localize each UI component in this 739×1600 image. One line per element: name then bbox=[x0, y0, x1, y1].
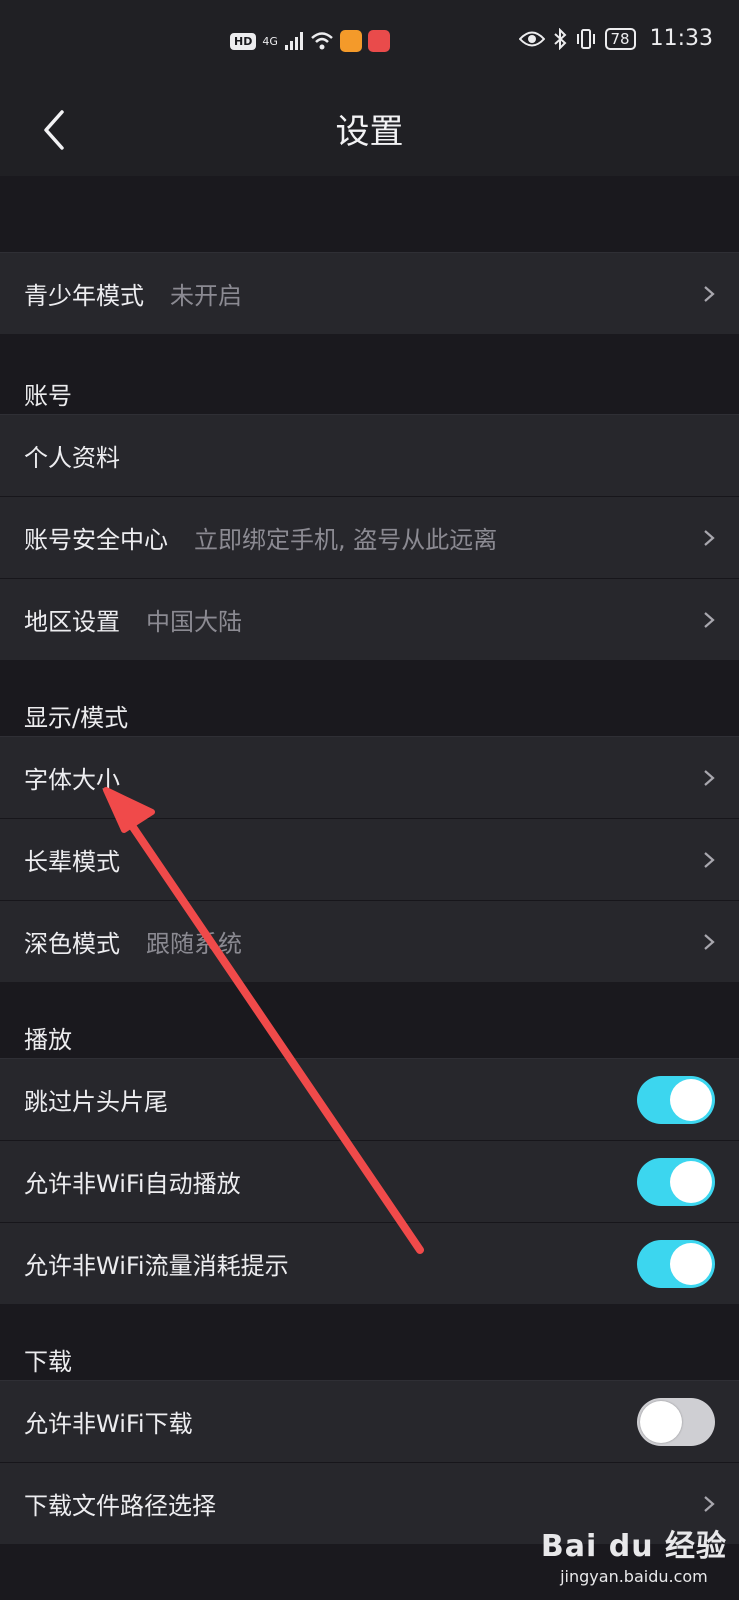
watermark-url: jingyan.baidu.com bbox=[560, 1567, 708, 1586]
toggle-knob bbox=[640, 1401, 682, 1443]
teen-mode-label: 青少年模式 bbox=[24, 282, 144, 310]
data-hint-toggle[interactable] bbox=[637, 1240, 715, 1288]
non-wifi-download-row: 允许非WiFi下载 bbox=[0, 1380, 739, 1462]
watermark-brand: Bai du 经验 bbox=[540, 1529, 727, 1564]
signal-icon bbox=[284, 32, 303, 50]
video-app-icon bbox=[339, 30, 362, 52]
chevron-right-icon bbox=[704, 852, 715, 868]
skip-intro-toggle[interactable] bbox=[637, 1076, 715, 1124]
section-header-download: 下载 bbox=[24, 1348, 72, 1376]
battery-indicator: 78 bbox=[604, 27, 636, 50]
download-group: 允许非WiFi下载 下载文件路径选择 bbox=[0, 1380, 739, 1544]
section-header-account: 账号 bbox=[24, 382, 72, 410]
chevron-right-icon bbox=[704, 1496, 715, 1512]
font-size-label: 字体大小 bbox=[24, 766, 120, 794]
teen-mode-group: 青少年模式 未开启 bbox=[0, 252, 739, 334]
chevron-right-icon bbox=[704, 530, 715, 546]
elder-mode-label: 长辈模式 bbox=[24, 848, 120, 876]
autoplay-label: 允许非WiFi自动播放 bbox=[24, 1170, 241, 1198]
elder-mode-row[interactable]: 长辈模式 bbox=[0, 818, 739, 900]
toggle-knob bbox=[670, 1243, 712, 1285]
account-security-row[interactable]: 账号安全中心 立即绑定手机, 盗号从此远离 bbox=[0, 496, 739, 578]
data-hint-label: 允许非WiFi流量消耗提示 bbox=[24, 1252, 289, 1280]
download-path-label: 下载文件路径选择 bbox=[24, 1492, 216, 1520]
playback-group: 跳过片头片尾 允许非WiFi自动播放 允许非WiFi流量消耗提示 bbox=[0, 1058, 739, 1304]
dark-mode-value: 跟随系统 bbox=[146, 930, 242, 958]
profile-label: 个人资料 bbox=[24, 444, 120, 472]
status-right-icons: 78 11:33 bbox=[518, 26, 713, 51]
chevron-right-icon bbox=[704, 934, 715, 950]
teen-mode-row[interactable]: 青少年模式 未开启 bbox=[0, 252, 739, 334]
dark-mode-label: 深色模式 bbox=[24, 930, 120, 958]
region-value: 中国大陆 bbox=[146, 608, 242, 636]
vibrate-icon bbox=[576, 28, 595, 49]
account-group: 个人资料 账号安全中心 立即绑定手机, 盗号从此远离 地区设置 中国大陆 bbox=[0, 414, 739, 660]
profile-row[interactable]: 个人资料 bbox=[0, 414, 739, 496]
toggle-knob bbox=[670, 1161, 712, 1203]
data-hint-row: 允许非WiFi流量消耗提示 bbox=[0, 1222, 739, 1304]
display-group: 字体大小 长辈模式 深色模式 跟随系统 bbox=[0, 736, 739, 982]
toggle-knob bbox=[670, 1079, 712, 1121]
status-bar: HD 4G 78 11:33 bbox=[0, 0, 739, 84]
clock: 11:33 bbox=[649, 26, 713, 51]
account-security-label: 账号安全中心 bbox=[24, 526, 168, 554]
autoplay-toggle[interactable] bbox=[637, 1158, 715, 1206]
status-left-icons: HD 4G bbox=[230, 30, 390, 52]
huawei-app-icon bbox=[367, 30, 390, 52]
font-size-row[interactable]: 字体大小 bbox=[0, 736, 739, 818]
non-wifi-download-toggle[interactable] bbox=[637, 1398, 715, 1446]
non-wifi-download-label: 允许非WiFi下载 bbox=[24, 1410, 193, 1438]
region-row[interactable]: 地区设置 中国大陆 bbox=[0, 578, 739, 660]
teen-mode-value: 未开启 bbox=[170, 282, 242, 310]
chevron-right-icon bbox=[704, 612, 715, 628]
chevron-right-icon bbox=[704, 286, 715, 302]
wifi-icon bbox=[311, 32, 333, 50]
hd-badge: HD bbox=[230, 32, 257, 50]
bluetooth-icon bbox=[553, 27, 566, 50]
dark-mode-row[interactable]: 深色模式 跟随系统 bbox=[0, 900, 739, 982]
section-header-playback: 播放 bbox=[24, 1026, 72, 1054]
network-type: 4G bbox=[262, 34, 278, 48]
account-security-value: 立即绑定手机, 盗号从此远离 bbox=[194, 526, 498, 554]
section-header-display: 显示/模式 bbox=[24, 704, 129, 732]
baidu-watermark: Bai du 经验 jingyan.baidu.com bbox=[541, 1521, 727, 1586]
nav-bar: 设置 bbox=[0, 84, 739, 176]
region-label: 地区设置 bbox=[24, 608, 120, 636]
autoplay-row: 允许非WiFi自动播放 bbox=[0, 1140, 739, 1222]
skip-intro-row: 跳过片头片尾 bbox=[0, 1058, 739, 1140]
chevron-right-icon bbox=[704, 770, 715, 786]
skip-intro-label: 跳过片头片尾 bbox=[24, 1088, 168, 1116]
page-title: 设置 bbox=[335, 112, 404, 152]
eye-icon bbox=[518, 31, 545, 46]
